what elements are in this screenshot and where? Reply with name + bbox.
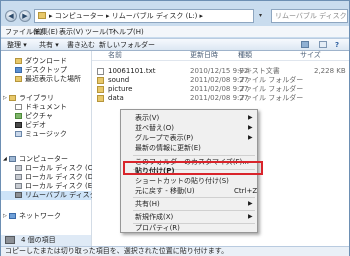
- nav-item-drive-d[interactable]: ローカル ディスク (D:): [1, 173, 98, 182]
- drive-icon: [15, 174, 22, 180]
- preview-pane-icon[interactable]: [319, 41, 327, 48]
- context-item-group[interactable]: グループで表示(P) ▶: [122, 133, 256, 143]
- nav-item-drive-c[interactable]: ローカル ディスク (C:): [1, 164, 98, 173]
- computer-icon: [9, 156, 16, 162]
- context-item-new[interactable]: 新規作成(X) ▶: [122, 212, 256, 222]
- view-options-icon[interactable]: [301, 41, 309, 48]
- menu-divider: [133, 210, 255, 211]
- folder-icon: [97, 95, 104, 102]
- column-header-row: 名前 更新日時 種類 サイズ: [92, 51, 349, 61]
- drive-icon: [15, 165, 22, 171]
- submenu-arrow-icon: ▶: [248, 134, 253, 141]
- expand-arrow-icon[interactable]: ▷: [3, 212, 7, 221]
- menu-view[interactable]: 表示(V): [59, 27, 83, 37]
- nav-item-documents[interactable]: ドキュメント: [1, 103, 91, 112]
- desktop-icon: [15, 67, 22, 73]
- usb-drive-icon: [15, 192, 22, 198]
- nav-item-desktop[interactable]: デスクトップ: [1, 66, 91, 75]
- new-folder-button[interactable]: 新しいフォルダー: [99, 40, 155, 50]
- nav-item-computer[interactable]: ◢ コンピューター: [1, 155, 91, 164]
- submenu-arrow-icon: ▶: [248, 114, 253, 121]
- details-pane: 4 個の項目: [1, 235, 91, 246]
- nav-item-music[interactable]: ミュージック: [1, 130, 91, 139]
- network-icon: [9, 213, 16, 219]
- column-header-type[interactable]: 種類: [238, 51, 252, 60]
- submenu-arrow-icon: ▶: [248, 213, 253, 220]
- music-icon: [15, 131, 22, 137]
- pictures-icon: [15, 113, 22, 119]
- status-text: コピーしたまたは切り取った項目を、選択された位置に貼り付けます。: [5, 247, 229, 255]
- nav-item-downloads[interactable]: ダウンロード: [1, 57, 91, 66]
- command-bar: 整理 ▾ 共有 ▾ 書き込む 新しいフォルダー ?: [1, 38, 349, 51]
- videos-icon: [15, 122, 22, 128]
- context-item-undo-move[interactable]: 元に戻す - 移動(U) Ctrl+Z: [122, 186, 257, 196]
- context-item-share[interactable]: 共有(H) ▶: [122, 199, 256, 209]
- expand-arrow-icon[interactable]: ◢: [3, 155, 7, 164]
- nav-item-pictures[interactable]: ピクチャ: [1, 112, 91, 121]
- nav-item-drive-e[interactable]: ローカル ディスク (E:): [1, 182, 97, 191]
- status-bar: コピーしたまたは切り取った項目を、選択された位置に貼り付けます。: [1, 246, 349, 256]
- text-file-icon: [97, 68, 104, 75]
- share-button[interactable]: 共有 ▾: [39, 40, 59, 50]
- context-item-paste-shortcut[interactable]: ショートカットの貼り付け(S): [122, 176, 256, 186]
- help-icon[interactable]: ?: [335, 40, 339, 50]
- item-count: 4 個の項目: [21, 236, 56, 244]
- burn-button[interactable]: 書き込む: [67, 40, 95, 50]
- address-bar[interactable]: ▸ コンピューター ▸ リムーバブル ディスク (L:) ▸: [34, 9, 254, 23]
- table-row[interactable]: data 2011/02/08 9:27 ファイル フォルダー: [92, 94, 349, 103]
- chevron-down-icon[interactable]: ▾: [259, 12, 262, 19]
- explorer-window: ◀ ▶ ▸ コンピューター ▸ リムーバブル ディスク (L:) ▸ ▾ リムー…: [0, 0, 350, 256]
- submenu-arrow-icon: ▶: [248, 200, 253, 207]
- breadcrumb: ▸ コンピューター ▸ リムーバブル ディスク (L:) ▸: [49, 12, 204, 20]
- forward-button[interactable]: ▶: [19, 10, 31, 22]
- recent-places-icon: [15, 76, 22, 82]
- menu-divider: [133, 197, 255, 198]
- expand-arrow-icon[interactable]: ▷: [3, 94, 7, 103]
- drive-icon: [15, 183, 22, 189]
- table-row[interactable]: picture 2011/02/08 9:27 ファイル フォルダー: [92, 85, 349, 94]
- organize-button[interactable]: 整理 ▾: [7, 40, 27, 50]
- nav-item-libraries[interactable]: ▷ ライブラリ: [1, 94, 91, 103]
- column-header-name[interactable]: 名前: [108, 51, 122, 60]
- column-header-modified[interactable]: 更新日時: [190, 51, 218, 60]
- nav-item-recent[interactable]: 最近表示した場所: [1, 75, 91, 84]
- search-input[interactable]: リムーバブル ディスク (L:)の検索: [271, 9, 348, 23]
- usb-drive-icon: [5, 236, 15, 244]
- nav-item-network[interactable]: ▷ ネットワーク: [1, 212, 91, 221]
- address-row: ◀ ▶ ▸ コンピューター ▸ リムーバブル ディスク (L:) ▸ ▾ リムー…: [1, 9, 349, 25]
- folder-icon: [97, 77, 104, 84]
- menu-bar: ファイル(F) 編集(E) 表示(V) ツール(T) ヘルプ(H): [1, 26, 349, 37]
- table-row[interactable]: sound 2011/02/08 9:27 ファイル フォルダー: [92, 76, 349, 85]
- context-item-properties[interactable]: プロパティ(R): [122, 223, 256, 233]
- menu-help[interactable]: ヘルプ(H): [112, 27, 144, 37]
- table-row[interactable]: 10061101.txt 2010/12/15 9:02 テキスト文書 2,22…: [92, 67, 349, 76]
- documents-icon: [15, 104, 22, 110]
- context-item-view[interactable]: 表示(V) ▶: [122, 113, 256, 123]
- menu-divider: [133, 155, 255, 156]
- back-button[interactable]: ◀: [5, 10, 17, 22]
- navigation-pane: ダウンロード デスクトップ 最近表示した場所 ▷ ライブラリ ドキュメント ピク…: [1, 51, 111, 246]
- library-icon: [9, 95, 16, 101]
- highlight-box: [123, 161, 263, 175]
- folder-icon: [38, 12, 46, 19]
- menu-edit[interactable]: 編集(E): [34, 27, 58, 37]
- context-item-refresh[interactable]: 最新の情報に更新(E): [122, 143, 256, 153]
- nav-item-drive-l[interactable]: リムーバブル ディスク (L:): [1, 191, 111, 200]
- submenu-arrow-icon: ▶: [248, 124, 253, 131]
- download-folder-icon: [15, 58, 22, 64]
- context-item-sort[interactable]: 並べ替え(O) ▶: [122, 123, 256, 133]
- nav-item-videos[interactable]: ビデオ: [1, 121, 91, 130]
- folder-icon: [97, 86, 104, 93]
- column-header-size[interactable]: サイズ: [300, 51, 321, 60]
